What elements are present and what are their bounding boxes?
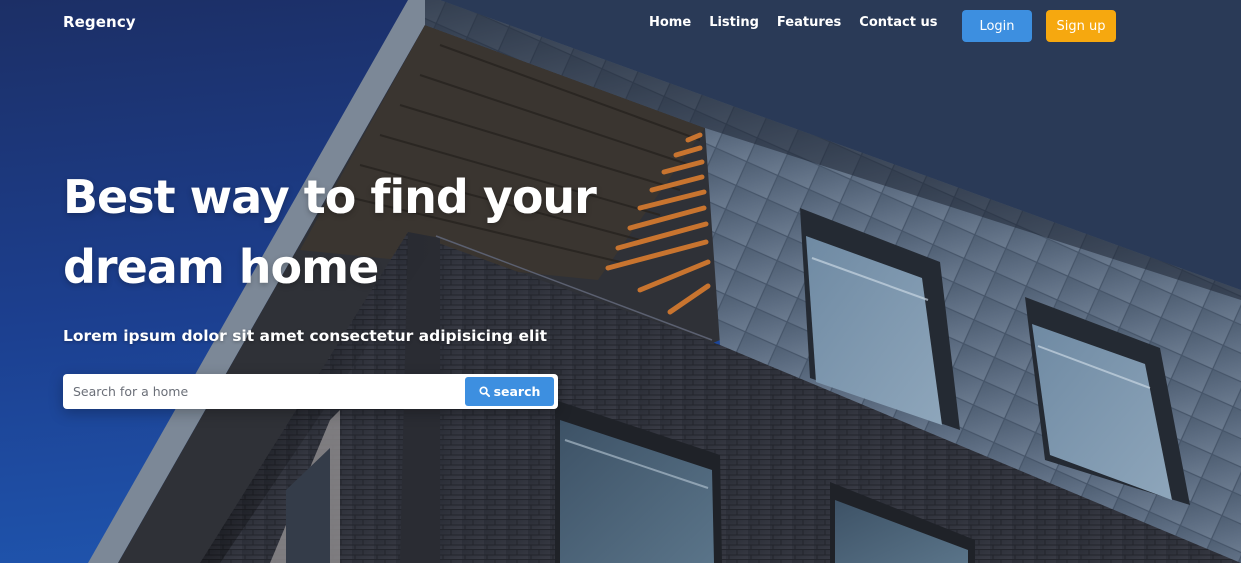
search-button[interactable]: search [465, 377, 554, 406]
search-icon [479, 386, 490, 397]
nav-link-contact[interactable]: Contact us [859, 15, 937, 30]
brand-logo-text[interactable]: Regency [63, 13, 136, 31]
search-button-label: search [493, 384, 541, 399]
nav-link-listing[interactable]: Listing [709, 15, 759, 30]
nav-link-home[interactable]: Home [649, 15, 691, 30]
hero-headline-line2: dream home [63, 240, 379, 294]
hero-headline-line1: Best way to find your [63, 170, 597, 224]
signup-button[interactable]: Sign up [1046, 10, 1116, 42]
home-search-form: search [63, 374, 558, 409]
search-input[interactable] [63, 374, 463, 409]
login-button[interactable]: Login [962, 10, 1032, 42]
main-nav: Home Listing Features Contact us [649, 15, 937, 30]
nav-link-features[interactable]: Features [777, 15, 841, 30]
hero-subtitle: Lorem ipsum dolor sit amet consectetur a… [63, 327, 548, 345]
hero-headline: Best way to find your dream home [63, 162, 623, 302]
